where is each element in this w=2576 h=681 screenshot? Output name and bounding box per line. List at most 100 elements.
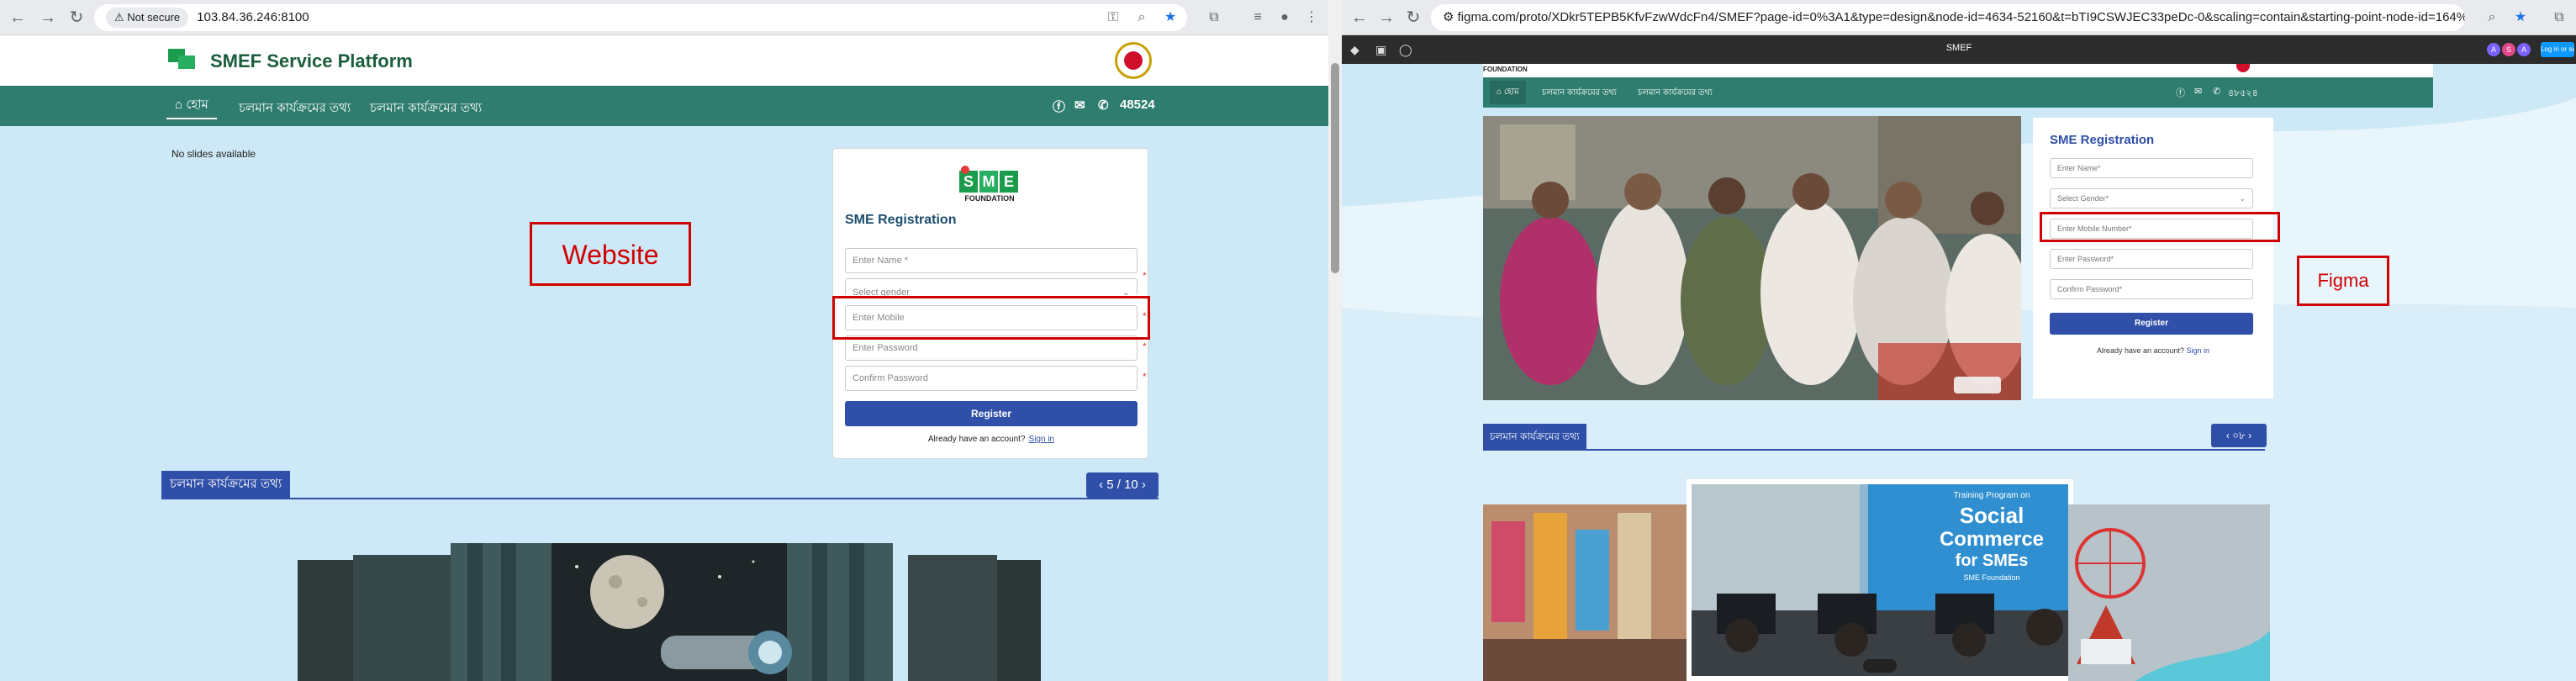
sign-in-link[interactable]: Sign in — [1029, 435, 1055, 444]
phone-icon[interactable]: ✆ — [1098, 98, 1109, 113]
profile-avatar-icon[interactable]: ● — [1275, 8, 1295, 28]
next-icon[interactable]: › — [2246, 430, 2251, 441]
carousel-slide[interactable] — [2068, 504, 2270, 681]
fair-illustration — [2068, 504, 2270, 681]
extensions-icon[interactable]: ⧉ — [1204, 8, 1224, 28]
logo-caption: FOUNDATION — [964, 194, 1015, 203]
logo-box — [178, 55, 195, 69]
facebook-icon[interactable]: ⓕ — [1053, 98, 1065, 115]
carousel-pager[interactable]: ‹ 5 / 10 › — [1086, 472, 1159, 498]
figma-site-header: FOUNDATION — [1483, 64, 2433, 77]
address-bar[interactable]: ⚠ Not secure 103.84.36.246:8100 — [94, 4, 1187, 31]
home-icon: ⌂ — [175, 98, 187, 112]
nav-item-ongoing-1[interactable]: চলমান কার্যক্রমের তথ্য — [1542, 87, 1617, 101]
nav-item-ongoing-2[interactable]: চলমান কার্যক্রমের তথ্য — [370, 98, 482, 119]
back-icon[interactable]: ← — [1349, 7, 1370, 29]
carousel-slide-active[interactable] — [451, 543, 893, 681]
poster-org: SME Foundation — [1963, 573, 2020, 582]
register-button[interactable]: Register — [2050, 313, 2253, 335]
avatar[interactable]: A — [2487, 43, 2500, 56]
hotline-number: ৪৮৫২৪ — [2228, 88, 2258, 98]
bookmark-star-icon[interactable]: ★ — [2510, 8, 2531, 28]
scrollbar-thumb[interactable] — [1331, 63, 1339, 273]
extensions-icon[interactable]: ⧉ — [2549, 8, 2569, 28]
confirm-password-field[interactable]: Confirm Password — [845, 366, 1138, 391]
figma-registration-card: SME Registration Enter Name* Select Gend… — [2033, 118, 2273, 399]
mail-icon[interactable]: ✉ — [1074, 98, 1085, 113]
poster-subtitle: Training Program on — [1953, 491, 2030, 500]
zoom-icon[interactable]: ⌕ — [2482, 8, 2502, 28]
prev-icon[interactable]: ‹ — [1099, 478, 1106, 492]
crowd-photo — [1483, 116, 2021, 400]
annotation-website: Website — [530, 222, 691, 286]
bookmark-star-icon[interactable]: ★ — [1160, 8, 1180, 28]
register-button[interactable]: Register — [845, 401, 1138, 426]
hero-photo[interactable] — [1483, 116, 2021, 400]
section-underline — [161, 498, 1159, 499]
main-nav: ⌂ হোম চলমান কার্যক্রমের তথ্য চলমান কার্য… — [0, 86, 1328, 126]
gender-select[interactable]: Select gender ⌄ — [845, 278, 1138, 298]
url-text: 103.84.36.246:8100 — [197, 10, 309, 24]
window-scrollbar[interactable] — [1328, 0, 1342, 681]
phone-icon[interactable]: ✆ — [2213, 86, 2220, 97]
nav-item-ongoing-2[interactable]: চলমান কার্যক্রমের তথ্য — [1638, 87, 1713, 101]
market-stall-photo — [1483, 504, 1692, 681]
name-field[interactable]: Enter Name* — [2050, 158, 2253, 178]
file-name: SMEF — [1945, 43, 1972, 53]
carousel-pager[interactable]: ‹ ০৮ › — [2211, 424, 2267, 447]
avatar[interactable]: S — [2502, 43, 2515, 56]
carousel-slide[interactable] — [908, 555, 997, 681]
nav-item-ongoing-1[interactable]: চলমান কার্যক্রমের তথ্য — [239, 98, 351, 119]
password-field[interactable]: Enter Password* — [2050, 249, 2253, 269]
signin-prompt: Already have an account? Sign in — [2096, 346, 2210, 355]
back-icon[interactable]: ← — [7, 7, 29, 29]
section-title: চলমান কার্যক্রমের তথ্য — [1483, 424, 1586, 449]
sign-in-link[interactable]: Sign in — [2187, 346, 2210, 355]
next-icon[interactable]: › — [1138, 478, 1146, 492]
annotation-figma: Figma — [2297, 256, 2389, 306]
site-title: SMEF Service Platform — [210, 50, 413, 71]
reload-icon[interactable]: ↻ — [66, 7, 87, 29]
annotation-label: Website — [562, 240, 659, 270]
mail-icon[interactable]: ✉ — [2194, 86, 2202, 97]
nav-home[interactable]: ⌂ হোম — [1490, 81, 1526, 104]
carousel-slide-active[interactable]: Training Program on Social Commerce for … — [1687, 479, 2073, 681]
carousel-slide[interactable] — [1483, 504, 1692, 681]
reload-icon[interactable]: ↻ — [1402, 7, 1424, 29]
gender-select[interactable]: Select Gender* ⌄ — [2050, 188, 2253, 209]
signin-prompt: Already have an account? Sign in — [927, 435, 1055, 444]
zoom-icon[interactable]: ⌕ — [1132, 8, 1152, 28]
forward-icon[interactable]: → — [1375, 7, 1397, 29]
browser-toolbar: ← → ↻ ⚠ Not secure 103.84.36.246:8100 ⚿ ⌕… — [0, 0, 1328, 35]
registration-title: SME Registration — [2050, 133, 2155, 147]
poster-heading: for SMEs — [1955, 552, 2029, 570]
figma-window: ← → ↻ ⚙ figma.com/proto/XDkr5TEPB5KfvFzw… — [1342, 0, 2576, 681]
menu-icon[interactable]: ⋮ — [1301, 8, 1322, 28]
annotation-mobile-highlight — [832, 296, 1150, 340]
login-button[interactable]: Log in or sign up — [2541, 42, 2574, 57]
facebook-icon[interactable]: ⓕ — [2176, 86, 2185, 99]
sme-foundation-logo: S M E FOUNDATION — [959, 166, 1020, 204]
smef-logo — [168, 47, 205, 76]
warning-icon: ⚠ — [114, 11, 128, 24]
prototype-canvas: FOUNDATION ⌂ হোম চলমান কার্যক্রমের তথ্য … — [1342, 64, 2576, 681]
government-emblem-icon — [2236, 64, 2250, 72]
media-icon[interactable]: ≡ — [1248, 8, 1268, 28]
site-settings-icon[interactable]: ⚙ — [1443, 10, 1458, 24]
carousel-slide[interactable] — [353, 555, 454, 681]
registration-title: SME Registration — [845, 213, 957, 227]
name-field[interactable]: Enter Name * — [845, 248, 1138, 273]
security-chip[interactable]: ⚠ Not secure — [106, 8, 189, 28]
nav-home[interactable]: ⌂ হোম — [166, 92, 217, 119]
avatar[interactable]: A — [2517, 43, 2531, 56]
browser-toolbar: ← → ↻ ⚙ figma.com/proto/XDkr5TEPB5KfvFzw… — [1342, 0, 2576, 35]
confirm-password-field[interactable]: Confirm Password* — [2050, 279, 2253, 299]
site-header: SMEF Service Platform — [0, 35, 1328, 86]
chevron-down-icon: ⌄ — [2239, 194, 2246, 203]
theatre-telescope-illustration — [451, 543, 893, 681]
password-key-icon[interactable]: ⚿ — [1103, 8, 1123, 28]
address-bar[interactable]: ⚙ figma.com/proto/XDkr5TEPB5KfvFzwWdcFn4… — [1431, 4, 2465, 31]
hotline-number: 48524 — [1120, 98, 1155, 112]
forward-icon[interactable]: → — [37, 7, 59, 29]
section-underline — [1483, 449, 2265, 451]
